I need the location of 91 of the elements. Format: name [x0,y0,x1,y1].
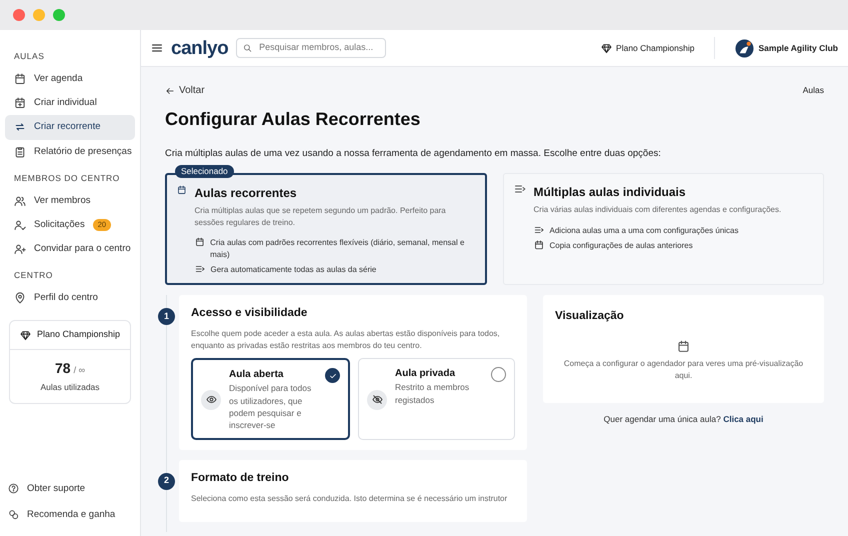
calendar-icon [14,72,26,85]
sidebar-item[interactable]: Perfil do centro [5,286,135,310]
item-label: Perfil do centro [34,291,98,305]
step-number: 1 [158,308,175,325]
visibility-option[interactable]: Aula aberta Disponível para todos os utilizadores, que podem pesquisar e inscrever-se [191,358,350,440]
logo: canlyo [171,38,228,58]
breadcrumb[interactable]: Aulas [802,84,824,97]
sidebar-item[interactable]: Convidar para o centro [5,237,135,262]
option-title: Múltiplas aulas individuais [534,184,687,202]
step-number: 2 [158,472,175,490]
search-field[interactable]: Pesquisar membros, aulas... [236,38,386,58]
item-label: Convidar para o centro [34,242,131,256]
preview-message: Começa a configurar o agendador para veres uma pré-visualização aqui. [562,358,804,382]
sidebar-item[interactable]: Ver membros [5,188,135,213]
user-plus-icon [14,243,26,256]
step-title: Formato de treino [191,470,290,486]
link-label: Obter suporte [27,482,86,496]
checked-radio[interactable] [325,368,340,384]
sidebar-item[interactable]: Ver agenda [5,66,135,91]
window-control[interactable] [53,9,65,21]
diamond-icon [601,42,612,54]
list-add-icon [514,183,526,196]
location-pin-icon [14,292,26,304]
usage-count: 78 [55,358,71,378]
visibility-option[interactable]: Aula privada Restrito a membros registados [358,358,515,440]
plan-label: Plano Championship [616,42,694,54]
option-title: Aula privada [395,367,456,382]
help-icon [8,483,19,494]
eye-icon [206,394,216,406]
footer-link[interactable]: Recomenda e ganha [5,502,135,528]
item-label: Ver membros [34,194,90,208]
option-title: Aula aberta [229,368,284,382]
club-logo [735,38,754,58]
repeat-icon [14,121,26,134]
list-add-icon [534,224,544,235]
usage-limit: / ∞ [74,364,85,377]
clipboard-icon [14,146,26,158]
sidebar-item[interactable]: Criar individual [5,91,135,116]
eye-slash-icon [372,394,382,406]
preview-title: Visualização [555,309,625,324]
option-card[interactable]: Múltiplas aulas individuais Cria várias aulas individuais com diferentes agendas e configurações. Adiciona aulas uma a uma com configurações únicas Copia configurações de aulas anteriores [502,173,824,285]
sidebar-item[interactable]: Relatório de presenças [5,140,135,164]
users-icon [14,194,26,207]
menu-icon [151,42,163,54]
usage-caption: Aulas utilizadas [39,380,101,394]
step-description: Escolhe quem pode aceder a esta aula. As aulas abertas estão disponíveis para todos, enquanto as privadas estão restritas aos membros do teu centro. [191,328,501,352]
back-link[interactable]: Voltar [165,83,205,98]
item-label: Solicitações [34,218,85,232]
search-icon [243,43,252,53]
option-title: Aulas recorrentes [194,185,298,202]
footer-link[interactable]: Obter suporte [5,476,135,502]
intro-text: Cria múltiplas aulas de uma vez usando a nossa ferramenta de agendamento em massa. Escolhe entre duas opções: [165,147,662,161]
single-class-prompt: Quer agendar uma única aula? [604,414,721,424]
feature-text: Cria aulas com padrões recorrentes flexíveis (diário, semanal, mensal e mais) [210,237,466,260]
feature-text: Gera automaticamente todas as aulas da série [210,264,376,275]
item-label: Relatório de presenças [34,144,132,158]
page-title: Configurar Aulas Recorrentes [165,108,422,131]
calendar-icon [677,340,690,354]
feature-text: Adiciona aulas uma a uma com configurações únicas [550,224,738,236]
item-label: Ver agenda [34,72,83,86]
calendar-icon [534,240,544,250]
calendar-icon [194,237,204,248]
calendar-icon [177,184,186,196]
list-add-icon [194,264,204,274]
plan-name: Plano Championship [36,328,120,342]
option-description: Cria múltiplas aulas que se repetem segundo um padrão. Perfeito para sessões regulares de treino. [194,205,447,228]
option-description: Cria várias aulas individuais com diferentes agendas e configurações. [534,204,782,216]
diamond-icon [20,330,31,340]
option-card[interactable] [165,173,486,285]
item-label: Criar recorrente [34,120,101,134]
club-name: Sample Agility Club [758,42,838,54]
option-description: Restrito a membros registados [395,381,470,406]
selected-badge: Selecionado [175,165,234,178]
feature-text: Copia configurações de aulas anteriores [550,240,693,252]
step-description: Seleciona como esta sessão será conduzida. Isto determina se é necessário um instrutor [191,492,508,505]
user-check-icon [14,218,26,231]
section-heading: AULAS [13,50,46,63]
option-description: Disponível para todos os utilizadores, que podem pesquisar e inscrever-se [229,382,312,432]
calendar-plus-icon [14,97,26,110]
step-title: Acesso e visibilidade [191,306,308,321]
link-label: Recomenda e ganha [27,508,116,522]
rings-icon [8,509,19,520]
item-label: Criar individual [34,96,97,110]
single-class-link[interactable]: Clica aqui [723,414,764,424]
radio-button[interactable] [491,367,506,382]
back-arrow-icon [165,86,175,96]
window-control[interactable] [13,9,25,21]
menu-button[interactable] [151,42,163,54]
section-heading: CENTRO [13,269,54,282]
sidebar-item[interactable]: Criar recorrente [5,115,135,140]
section-heading: MEMBROS DO CENTRO [13,172,121,185]
